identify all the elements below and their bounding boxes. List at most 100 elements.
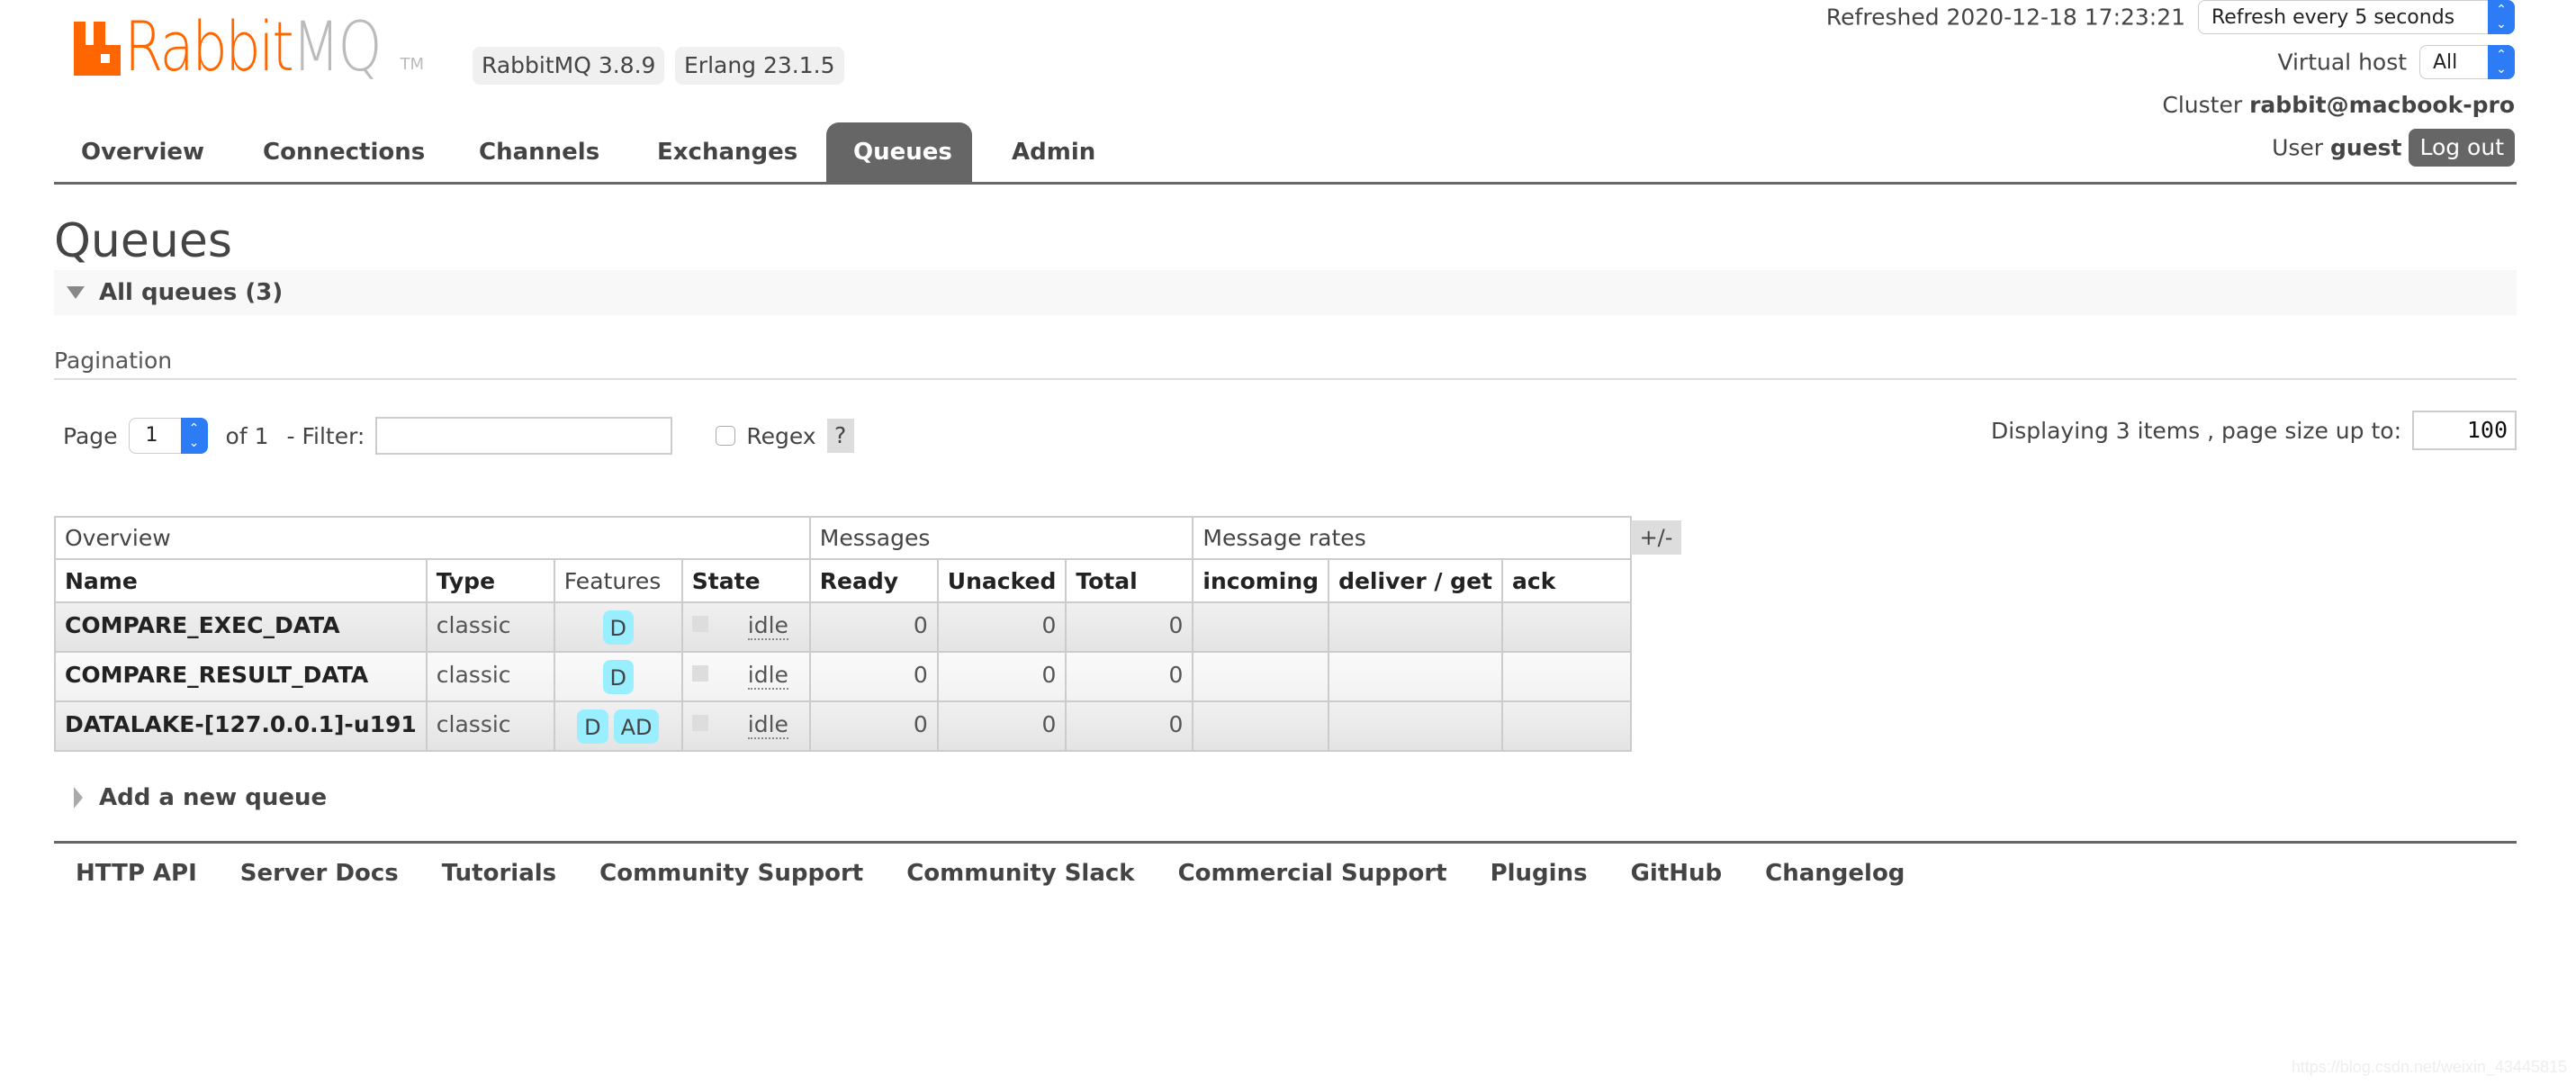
rate-ack bbox=[1501, 651, 1632, 702]
rate-incoming bbox=[1192, 601, 1330, 653]
page-of-label: of 1 bbox=[225, 422, 269, 449]
footer-link-changelog[interactable]: Changelog bbox=[1765, 855, 1905, 891]
rate-deliver-get bbox=[1328, 700, 1503, 752]
messages-unacked: 0 bbox=[936, 651, 1067, 702]
main-nav: Overview Connections Channels Exchanges … bbox=[54, 122, 2517, 185]
column-header-type[interactable]: Type bbox=[425, 558, 555, 603]
regex-help-button[interactable]: ? bbox=[826, 419, 854, 453]
state-indicator-icon bbox=[691, 616, 708, 632]
logo-trademark: TM bbox=[400, 55, 425, 74]
rate-deliver-get bbox=[1328, 601, 1503, 653]
column-header-unacked[interactable]: Unacked bbox=[936, 558, 1067, 603]
table-row[interactable]: COMPARE_RESULT_DATA classic D idle 0 0 0 bbox=[54, 651, 1632, 702]
expand-triangle-icon bbox=[74, 787, 83, 808]
page-size-input[interactable]: 100 bbox=[2412, 411, 2517, 450]
refreshed-timestamp: Refreshed 2020-12-18 17:23:21 bbox=[1825, 4, 2186, 31]
tab-queues[interactable]: Queues bbox=[826, 122, 972, 182]
footer-link-github[interactable]: GitHub bbox=[1631, 855, 1723, 891]
queue-features: D bbox=[553, 651, 683, 702]
footer-link-commercial-support[interactable]: Commercial Support bbox=[1178, 855, 1447, 891]
page-label: Page bbox=[63, 422, 118, 449]
messages-unacked: 0 bbox=[936, 700, 1067, 752]
messages-ready: 0 bbox=[808, 700, 939, 752]
select-arrows-icon: ⌃ ⌄ bbox=[2488, 45, 2515, 79]
messages-ready: 0 bbox=[808, 651, 939, 702]
tab-admin[interactable]: Admin bbox=[985, 122, 1122, 182]
filter-label: - Filter: bbox=[286, 422, 365, 449]
footer-link-tutorials[interactable]: Tutorials bbox=[442, 855, 556, 891]
queue-features: D bbox=[553, 601, 683, 653]
feature-badge-auto-delete: AD bbox=[613, 709, 660, 744]
pagination-label: Pagination bbox=[54, 348, 173, 374]
column-header-incoming[interactable]: incoming bbox=[1192, 558, 1330, 603]
group-header-message-rates: Message rates bbox=[1192, 516, 1632, 560]
all-queues-section-toggle[interactable]: All queues (3) bbox=[54, 270, 2517, 315]
rate-deliver-get bbox=[1328, 651, 1503, 702]
group-header-messages: Messages bbox=[808, 516, 1194, 560]
tab-exchanges[interactable]: Exchanges bbox=[630, 122, 824, 182]
queue-state: idle bbox=[680, 700, 811, 752]
footer-link-community-support[interactable]: Community Support bbox=[599, 855, 863, 891]
rabbitmq-version-badge: RabbitMQ 3.8.9 bbox=[473, 47, 665, 85]
regex-checkbox[interactable] bbox=[716, 426, 736, 446]
queue-name-link[interactable]: DATALAKE-[127.0.0.1]-u191 bbox=[54, 700, 428, 752]
cluster-info: Cluster rabbit@macbook-pro bbox=[2162, 92, 2515, 118]
feature-badge-durable: D bbox=[602, 660, 635, 694]
queue-state: idle bbox=[680, 601, 811, 653]
section-title: All queues (3) bbox=[99, 279, 284, 306]
queue-name-link[interactable]: COMPARE_EXEC_DATA bbox=[54, 601, 428, 653]
queue-type: classic bbox=[425, 651, 555, 702]
tab-overview[interactable]: Overview bbox=[54, 122, 231, 182]
rabbit-logo-icon bbox=[74, 22, 121, 76]
filter-input[interactable] bbox=[375, 417, 673, 455]
watermark: https://blog.csdn.net/weixin_43445815 bbox=[2291, 1058, 2567, 1076]
collapse-triangle-icon bbox=[67, 286, 85, 299]
queue-type: classic bbox=[425, 601, 555, 653]
group-header-overview: Overview bbox=[54, 516, 811, 560]
messages-total: 0 bbox=[1065, 601, 1194, 653]
table-row[interactable]: COMPARE_EXEC_DATA classic D idle 0 0 0 bbox=[54, 601, 1632, 653]
column-header-deliver-get[interactable]: deliver / get bbox=[1328, 558, 1503, 603]
page-select[interactable]: 1 ⌃ ⌄ bbox=[128, 418, 208, 454]
state-indicator-icon bbox=[691, 665, 708, 682]
rate-incoming bbox=[1192, 700, 1330, 752]
messages-ready: 0 bbox=[808, 601, 939, 653]
table-row[interactable]: DATALAKE-[127.0.0.1]-u191 classic D AD id… bbox=[54, 700, 1632, 752]
footer-link-community-slack[interactable]: Community Slack bbox=[906, 855, 1134, 891]
regex-label: Regex bbox=[746, 422, 816, 449]
refresh-interval-select[interactable]: Refresh every 5 seconds ⌃ ⌄ bbox=[2198, 0, 2515, 34]
messages-total: 0 bbox=[1065, 700, 1194, 752]
column-header-features: Features bbox=[553, 558, 683, 603]
rate-incoming bbox=[1192, 651, 1330, 702]
select-arrows-icon: ⌃ ⌄ bbox=[2488, 0, 2515, 34]
divider bbox=[54, 378, 2517, 380]
queues-table: Overview Messages Message rates Name Typ… bbox=[54, 516, 1632, 752]
column-header-name[interactable]: Name bbox=[54, 558, 428, 603]
queue-type: classic bbox=[425, 700, 555, 752]
queue-features: D AD bbox=[553, 700, 683, 752]
displaying-items-label: Displaying 3 items , page size up to: bbox=[1991, 417, 2401, 444]
column-header-ack[interactable]: ack bbox=[1501, 558, 1632, 603]
logo-text: RabbitMQ bbox=[124, 6, 383, 86]
footer-link-server-docs[interactable]: Server Docs bbox=[240, 855, 399, 891]
toggle-columns-button[interactable]: +/- bbox=[1631, 520, 1681, 555]
column-header-total[interactable]: Total bbox=[1065, 558, 1194, 603]
footer-link-plugins[interactable]: Plugins bbox=[1491, 855, 1588, 891]
cluster-name: rabbit@macbook-pro bbox=[2249, 92, 2515, 118]
cluster-label: Cluster bbox=[2162, 92, 2243, 118]
queue-name-link[interactable]: COMPARE_RESULT_DATA bbox=[54, 651, 428, 702]
virtual-host-row: Virtual host All ⌃ ⌄ bbox=[2277, 45, 2515, 79]
virtual-host-select[interactable]: All ⌃ ⌄ bbox=[2419, 45, 2515, 79]
column-header-ready[interactable]: Ready bbox=[808, 558, 939, 603]
column-header-state[interactable]: State bbox=[680, 558, 811, 603]
rabbitmq-logo[interactable]: RabbitMQ TM bbox=[74, 6, 425, 86]
page-size-controls: Displaying 3 items , page size up to: 10… bbox=[1991, 411, 2517, 450]
tab-channels[interactable]: Channels bbox=[452, 122, 626, 182]
rate-ack bbox=[1501, 601, 1632, 653]
virtual-host-label: Virtual host bbox=[2277, 49, 2408, 76]
tab-connections[interactable]: Connections bbox=[236, 122, 452, 182]
feature-badge-durable: D bbox=[577, 709, 608, 744]
erlang-version-badge: Erlang 23.1.5 bbox=[675, 47, 844, 85]
select-arrows-icon: ⌃ ⌄ bbox=[180, 418, 208, 454]
footer-link-http-api[interactable]: HTTP API bbox=[76, 855, 197, 891]
